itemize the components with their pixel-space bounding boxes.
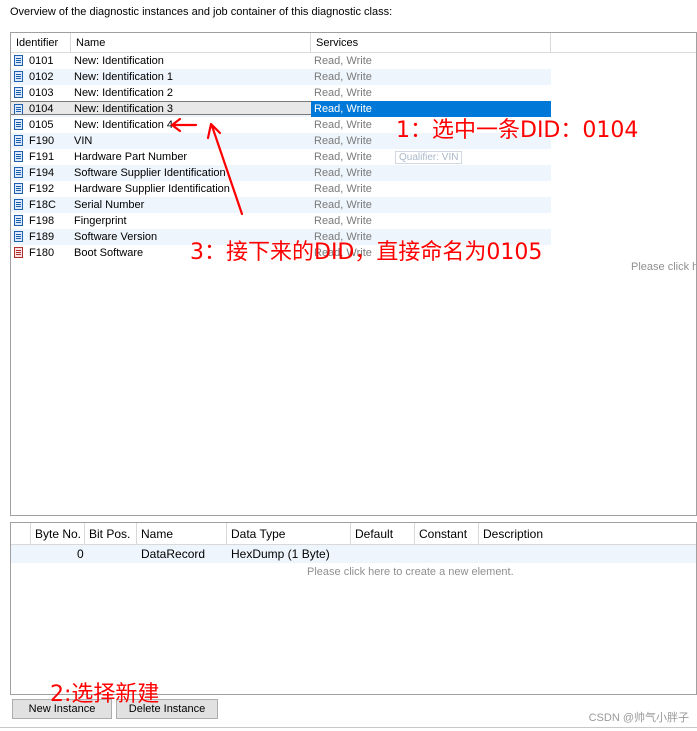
window-border: [0, 727, 697, 728]
document-icon: [14, 71, 23, 82]
name-cell: VIN: [74, 135, 93, 147]
identifier-cell: F198: [11, 213, 71, 229]
table-row[interactable]: F198 Fingerprint Read, Write: [11, 213, 551, 229]
column-header-name[interactable]: Name: [71, 33, 311, 53]
column-header-byte-no[interactable]: Byte No.: [31, 523, 85, 545]
create-instance-hint[interactable]: Please click h: [631, 261, 696, 273]
identifier-cell: F189: [11, 229, 71, 245]
document-icon: [14, 119, 23, 130]
column-header-services[interactable]: Services: [311, 33, 551, 53]
annotation-step3: 3：接下来的DID，直接命名为0105: [190, 240, 543, 265]
document-icon: [14, 167, 23, 178]
identifier-text: 0104: [29, 103, 54, 115]
table-row[interactable]: 0101 New: Identification Read, Write: [11, 53, 551, 69]
identifier-text: 0105: [29, 119, 54, 131]
identifier-cell: F190: [11, 133, 71, 149]
instances-table[interactable]: Identifier Name Services 0101 New: Identi…: [10, 32, 697, 516]
data-type-cell: HexDump (1 Byte): [231, 547, 330, 561]
identifier-text: F191: [29, 151, 55, 163]
column-header-filler: [551, 33, 696, 53]
identifier-text: F18C: [29, 199, 56, 211]
identifier-cell: F18C: [11, 197, 71, 213]
identifier-cell: F180: [11, 245, 71, 261]
services-cell: Read, Write: [314, 183, 372, 195]
identifier-text: F194: [29, 167, 55, 179]
document-icon: [14, 104, 23, 114]
name-cell: New: Identification 3: [71, 101, 311, 115]
identifier-text: 0102: [29, 71, 54, 83]
watermark-text: CSDN @帅气小胖子: [588, 712, 689, 724]
document-icon: [14, 55, 23, 66]
table-row[interactable]: F192 Hardware Supplier Identification Read…: [11, 181, 551, 197]
qualifier-tooltip: Qualifier: VIN: [395, 151, 463, 164]
name-cell: Software Supplier Identification: [74, 167, 226, 179]
identifier-text: F192: [29, 183, 55, 195]
column-header-default[interactable]: Default: [351, 523, 415, 545]
identifier-cell: F191: [11, 149, 71, 165]
identifier-cell: F192: [11, 181, 71, 197]
name-cell: New: Identification: [74, 55, 164, 67]
services-cell: Read, Write: [314, 87, 372, 99]
document-icon: [14, 199, 23, 210]
table-row[interactable]: 0102 New: Identification 1 Read, Write: [11, 69, 551, 85]
identifier-cell: 0103: [11, 85, 71, 101]
name-cell: Hardware Supplier Identification: [74, 183, 230, 195]
identifier-text: F198: [29, 215, 55, 227]
elements-table[interactable]: Byte No. Bit Pos. Name Data Type Default…: [10, 522, 697, 695]
table-row[interactable]: F191 Hardware Part Number Read, Write: [11, 149, 551, 165]
column-header-bit-pos[interactable]: Bit Pos.: [85, 523, 137, 545]
document-icon: [14, 231, 23, 242]
identifier-cell: 0105: [11, 117, 71, 133]
identifier-text: F189: [29, 231, 55, 243]
column-header-description[interactable]: Description: [479, 523, 696, 545]
name-cell: New: Identification 1: [74, 71, 174, 83]
identifier-text: 0103: [29, 87, 54, 99]
column-header-data-type[interactable]: Data Type: [227, 523, 351, 545]
column-header-element-name[interactable]: Name: [137, 523, 227, 545]
column-header-marker: [11, 523, 31, 545]
create-element-hint[interactable]: Please click here to create a new elemen…: [307, 566, 514, 578]
services-cell: Read, Write: [314, 199, 372, 211]
document-icon: [14, 215, 23, 226]
element-name-cell: DataRecord: [141, 547, 206, 561]
name-cell: New: Identification 2: [74, 87, 174, 99]
table-row[interactable]: F194 Software Supplier Identification Read…: [11, 165, 551, 181]
document-icon: [14, 87, 23, 98]
services-cell: Read, Write: [314, 215, 372, 227]
annotation-step1: 1：选中一条DID：0104: [396, 118, 639, 143]
document-error-icon: [14, 247, 23, 258]
column-header-identifier[interactable]: Identifier: [11, 33, 71, 53]
name-cell: New: Identification 4: [74, 119, 174, 131]
services-cell: Read, Write: [314, 71, 372, 83]
identifier-cell: 0104: [11, 101, 71, 115]
table-row[interactable]: F18C Serial Number Read, Write: [11, 197, 551, 213]
identifier-cell: F194: [11, 165, 71, 181]
identifier-text: 0101: [29, 55, 54, 67]
column-header-constant[interactable]: Constant: [415, 523, 479, 545]
identifier-text: F180: [29, 247, 55, 259]
identifier-cell: 0101: [11, 53, 71, 69]
document-icon: [14, 183, 23, 194]
document-icon: [14, 151, 23, 162]
services-cell: Read, Write: [314, 167, 372, 179]
byte-no-cell: 0: [77, 547, 84, 561]
table-row[interactable]: 0 DataRecord HexDump (1 Byte): [11, 545, 696, 563]
annotation-step2: 2:选择新建: [50, 682, 160, 707]
name-cell: Hardware Part Number: [74, 151, 188, 163]
table-row[interactable]: 0103 New: Identification 2 Read, Write: [11, 85, 551, 101]
identifier-cell: 0102: [11, 69, 71, 85]
overview-header: Overview of the diagnostic instances and…: [10, 6, 393, 18]
identifier-text: F190: [29, 135, 55, 147]
name-cell: Serial Number: [74, 199, 145, 211]
name-cell: Fingerprint: [74, 215, 127, 227]
services-cell: Read, Write: [314, 55, 372, 67]
document-icon: [14, 135, 23, 146]
